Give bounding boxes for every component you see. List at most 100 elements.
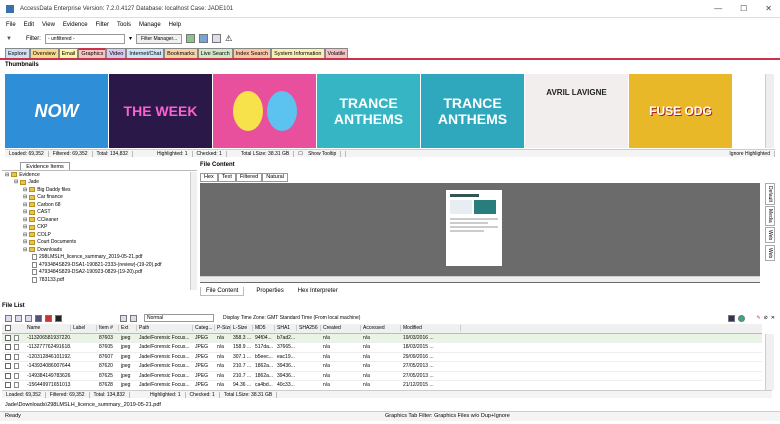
row-checkbox[interactable]	[5, 363, 11, 370]
column-header[interactable]: Ext	[119, 325, 137, 332]
tree-item[interactable]: ⊟ Downloads	[2, 246, 197, 254]
tree-item[interactable]: ⊟ Car finance	[2, 194, 197, 202]
uncheck-icon[interactable]	[15, 314, 22, 322]
minimize-button[interactable]: —	[714, 4, 722, 13]
tree-item[interactable]: ⊟ Big Daddy files	[2, 186, 197, 194]
tab-default[interactable]: Default	[765, 183, 775, 205]
tab-bookmarks[interactable]: Bookmarks	[164, 48, 198, 58]
tab-media[interactable]: Media	[765, 206, 775, 226]
column-header[interactable]: Modified	[401, 325, 461, 332]
tab-graphics[interactable]: Graphics	[78, 48, 107, 58]
column-setting-select[interactable]: Normal	[144, 314, 214, 322]
thumbnail[interactable]: FUSE ODG	[629, 74, 732, 148]
tab-filtered[interactable]: Filtered	[235, 173, 263, 182]
expand-icon[interactable]: ⊟	[23, 232, 27, 238]
menu-view[interactable]: View	[42, 22, 55, 28]
table-row[interactable]: -149384149783626... 87625 jpeg Jade/Forensi…	[2, 372, 762, 381]
tab-internet-chat[interactable]: Internet/Chat	[126, 48, 165, 58]
preview-hscroll[interactable]	[200, 276, 760, 282]
table-row[interactable]: -143934086007644... 87620 jpeg Jade/Forensi…	[2, 362, 762, 372]
expand-icon[interactable]: ⊟	[23, 202, 27, 208]
eraser-icon[interactable]: ✎	[756, 315, 760, 321]
tree-scrollbar[interactable]	[190, 172, 197, 290]
row-checkbox[interactable]	[5, 372, 11, 379]
maximize-button[interactable]: ☐	[740, 4, 747, 13]
tab-natural[interactable]: Natural	[262, 173, 288, 182]
expand-icon[interactable]: ⊟	[14, 179, 18, 185]
header-checkbox[interactable]	[5, 325, 11, 332]
column-header[interactable]: Path	[137, 325, 193, 332]
column-header[interactable]: Item #	[97, 325, 119, 332]
tab-video[interactable]: Video	[106, 48, 127, 58]
menu-edit[interactable]: Edit	[24, 22, 34, 28]
filter-select[interactable]: - unfiltered -	[44, 33, 125, 44]
color-icon[interactable]	[55, 314, 62, 322]
filter-manager-button[interactable]: Filter Manager...	[135, 33, 183, 44]
thumb-scrollbar[interactable]	[765, 74, 774, 148]
column-header[interactable]: MD5	[253, 325, 275, 332]
tree-item[interactable]: ⊟ Court Documents	[2, 239, 197, 247]
tab-overview[interactable]: Overview	[29, 48, 59, 58]
thumbnail[interactable]: TRANCE ANTHEMS	[421, 74, 524, 148]
thumbnail[interactable]: AVRIL LAVIGNE	[525, 74, 628, 148]
pencil-icon[interactable]	[35, 314, 42, 322]
column-header[interactable]: Name	[25, 325, 71, 332]
tab-web-2[interactable]: Web	[765, 244, 775, 262]
tree-item[interactable]: ⊟ Jade	[2, 179, 197, 187]
column-header[interactable]: L-Size	[231, 325, 253, 332]
column-icon[interactable]	[130, 314, 137, 322]
tree-item[interactable]: 4793484S829-DSA2-190923-0829-(19-20).pdf	[2, 269, 197, 277]
thumbnail[interactable]: TRANCE ANTHEMS	[317, 74, 420, 148]
thumbnail[interactable]	[213, 74, 316, 148]
window-icon[interactable]	[212, 34, 222, 43]
column-header[interactable]: Created	[321, 325, 361, 332]
dropdown-arrow-icon[interactable]: ▾	[129, 35, 132, 42]
tree-item[interactable]: ⊟ Evidence	[2, 171, 197, 179]
thumbnail[interactable]: NOW	[5, 74, 108, 148]
tab-hex[interactable]: Hex	[200, 173, 218, 182]
column-header[interactable]: Label	[71, 325, 97, 332]
expand-icon[interactable]: ⊟	[5, 172, 9, 178]
thumbnail[interactable]: THE WEEK	[109, 74, 212, 148]
menu-filter[interactable]: Filter	[96, 22, 109, 28]
table-row[interactable]: -113206581937220... 87603 jpeg Jade/Forensi…	[2, 333, 762, 343]
tree-item[interactable]: 783133.pdf	[2, 276, 197, 284]
expand-icon[interactable]: ⊟	[23, 217, 27, 223]
file-list-scrollbar[interactable]	[765, 334, 774, 390]
column-header[interactable]: Categ...	[193, 325, 215, 332]
grid-icon[interactable]	[728, 314, 736, 322]
menu-file[interactable]: File	[6, 22, 16, 28]
table-row[interactable]: -120312846101192... 87607 jpeg Jade/Forensi…	[2, 353, 762, 362]
expand-icon[interactable]: ⊟	[23, 209, 27, 215]
export-icon[interactable]	[25, 314, 32, 322]
tab-system-information[interactable]: System Information	[271, 48, 325, 58]
check-all-icon[interactable]	[5, 314, 12, 322]
menu-help[interactable]: Help	[169, 22, 181, 28]
tree-item[interactable]: ⊟ CAST	[2, 209, 197, 217]
tree-item[interactable]: 298LMSLH_licence_summary_2019-05-21.pdf	[2, 254, 197, 262]
ignore-highlighted[interactable]: Ignore Highlighted	[725, 150, 775, 157]
layout-icon[interactable]	[199, 34, 209, 43]
menu-tools[interactable]: Tools	[117, 22, 131, 28]
label-icon[interactable]	[45, 314, 52, 322]
table-row[interactable]: -113277762491618... 87605 jpeg Jade/Forensi…	[2, 343, 762, 353]
column-header[interactable]: P-Size	[215, 325, 231, 332]
tab-text[interactable]: Text	[217, 173, 236, 182]
tree-item[interactable]: ⊟ COLP	[2, 231, 197, 239]
tab-hex-interpreter[interactable]: Hex Interpreter	[296, 287, 340, 296]
tab-explore[interactable]: Explore	[5, 48, 30, 58]
column-header[interactable]: SHA1	[275, 325, 297, 332]
column-header[interactable]: SHA256	[297, 325, 321, 332]
tree-item[interactable]: 4793484S829-DSA1-190821-2333-(review)-(1…	[2, 261, 197, 269]
row-checkbox[interactable]	[5, 382, 11, 389]
close-button[interactable]: ✕	[765, 4, 772, 13]
menu-manage[interactable]: Manage	[139, 22, 161, 28]
expand-icon[interactable]: ⊟	[23, 224, 27, 230]
tab-live-search[interactable]: Live Search	[197, 48, 233, 58]
menu-evidence[interactable]: Evidence	[63, 22, 88, 28]
tree-item[interactable]: ⊟ CCleaner	[2, 216, 197, 224]
globe-icon[interactable]	[738, 314, 746, 322]
tree-item[interactable]: ⊟ Carbon 68	[2, 201, 197, 209]
column-header[interactable]: Accessed	[361, 325, 401, 332]
expand-icon[interactable]: ⊟	[23, 187, 27, 193]
